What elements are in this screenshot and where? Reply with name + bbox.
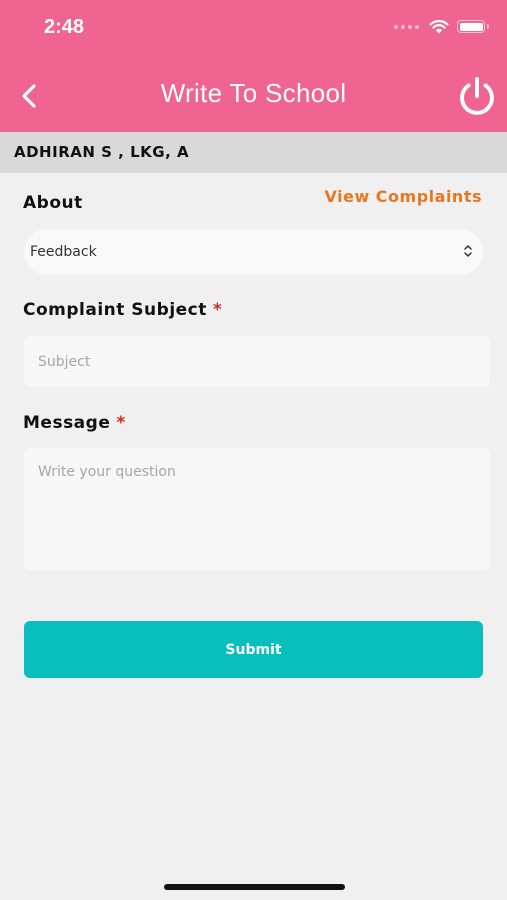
power-icon — [460, 77, 494, 115]
about-label: About — [23, 193, 83, 213]
home-indicator — [164, 884, 345, 890]
app-header: 2:48 Write To School — [0, 0, 507, 132]
battery-icon — [457, 20, 489, 33]
subject-input[interactable] — [24, 336, 490, 387]
student-label: ADHIRAN S , LKG, A — [14, 143, 190, 161]
submit-button[interactable]: Submit — [24, 621, 483, 678]
message-label-text: Message — [23, 413, 111, 433]
select-arrows-icon — [464, 245, 472, 257]
status-indicators — [394, 19, 489, 34]
required-marker: * — [212, 300, 223, 320]
wifi-icon — [429, 19, 449, 34]
cellular-signal-icon — [394, 24, 419, 29]
subject-label-text: Complaint Subject — [23, 300, 207, 320]
message-label: Message * — [23, 413, 126, 433]
about-select-value: Feedback — [30, 244, 97, 260]
subject-label: Complaint Subject * — [23, 300, 222, 320]
view-complaints-link[interactable]: View Complaints — [325, 187, 482, 206]
student-info-bar: ADHIRAN S , LKG, A — [0, 132, 507, 173]
about-select[interactable]: Feedback — [24, 229, 483, 275]
required-marker: * — [116, 413, 126, 433]
message-textarea[interactable] — [24, 448, 490, 570]
logout-button[interactable] — [456, 74, 498, 118]
status-time: 2:48 — [44, 16, 85, 38]
page-title: Write To School — [160, 78, 347, 108]
